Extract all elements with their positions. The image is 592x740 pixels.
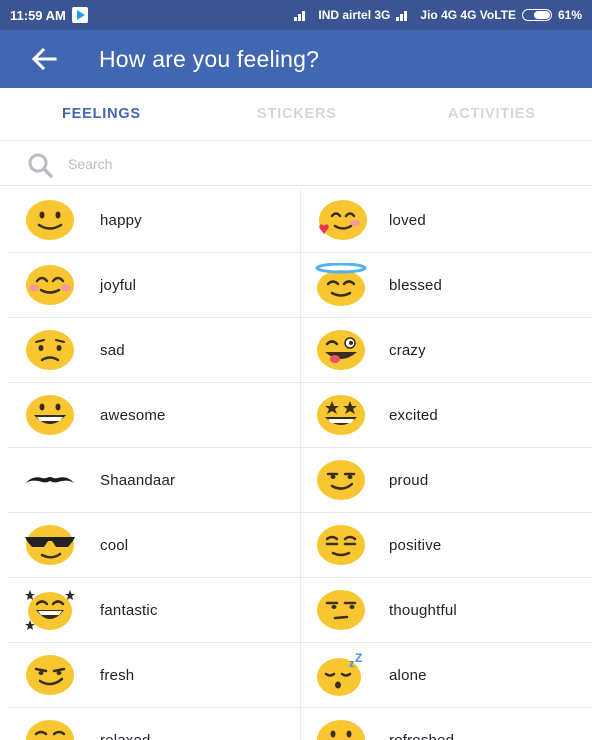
- feeling-label: fantastic: [100, 601, 158, 619]
- crazy-face-icon: [317, 330, 365, 370]
- refreshed-face-icon: [317, 720, 365, 740]
- page-title: How are you feeling?: [99, 45, 320, 72]
- feeling-item-thoughtful[interactable]: thoughtful: [301, 578, 592, 642]
- network-right: Jio 4G 4G VoLTE: [420, 8, 516, 22]
- feeling-label: loved: [389, 211, 426, 229]
- feeling-item-joyful[interactable]: joyful: [8, 253, 301, 317]
- feeling-label: crazy: [389, 341, 426, 359]
- feeling-label: joyful: [100, 276, 137, 294]
- feeling-label: cool: [100, 536, 129, 554]
- feelings-row: fantastic thoughtful: [8, 578, 592, 643]
- feeling-item-fantastic[interactable]: fantastic: [8, 578, 301, 642]
- feelings-row: fresh z Z alone: [8, 643, 592, 708]
- feeling-label: fresh: [100, 666, 135, 684]
- mustache-icon: [26, 477, 74, 483]
- feeling-item-sad[interactable]: sad: [8, 318, 301, 382]
- svg-text:Z: Z: [355, 653, 362, 665]
- status-time: 11:59 AM: [10, 7, 66, 23]
- feeling-label: blessed: [389, 276, 443, 294]
- feeling-item-loved[interactable]: loved: [301, 188, 592, 252]
- feelings-row: relaxed refreshed: [8, 708, 592, 740]
- feeling-item-excited[interactable]: excited: [301, 383, 592, 447]
- happy-face-icon: [26, 200, 74, 240]
- feeling-item-shaandaar[interactable]: Shaandaar: [8, 448, 301, 512]
- positive-face-icon: [317, 525, 365, 565]
- network-left: IND airtel 3G: [318, 8, 391, 22]
- feeling-label: Shaandaar: [100, 471, 176, 489]
- feelings-row: joyful blessed: [8, 253, 592, 318]
- feeling-item-relaxed[interactable]: relaxed: [8, 708, 301, 740]
- tab-stickers[interactable]: STICKERS: [257, 106, 337, 122]
- search-icon: [28, 153, 53, 178]
- cool-face-icon: [25, 525, 75, 565]
- feeling-label: refreshed: [389, 731, 455, 740]
- feeling-label: awesome: [100, 406, 166, 424]
- battery-level: 61%: [557, 8, 582, 22]
- feelings-row: sad crazy: [8, 318, 592, 383]
- feelings-row: cool positive: [8, 513, 592, 578]
- sad-face-icon: [26, 330, 74, 370]
- signal-icon: [294, 11, 306, 21]
- alone-face-icon: z Z: [317, 653, 362, 696]
- tab-bar: FEELINGS STICKERS ACTIVITIES: [0, 88, 592, 140]
- feeling-item-blessed[interactable]: blessed: [301, 253, 592, 317]
- feeling-label: relaxed: [100, 731, 151, 740]
- feeling-item-refreshed[interactable]: refreshed: [301, 708, 592, 740]
- feeling-item-crazy[interactable]: crazy: [301, 318, 592, 382]
- feeling-label: alone: [389, 666, 427, 684]
- back-arrow-icon[interactable]: [24, 30, 64, 88]
- relaxed-face-icon: [26, 720, 74, 740]
- status-bar: 11:59 AM IND airtel 3G Jio 4G 4G VoLTE 6…: [0, 0, 592, 30]
- app-bar: How are you feeling?: [0, 30, 592, 88]
- excited-face-icon: [317, 395, 365, 435]
- battery-icon: [521, 9, 552, 21]
- fantastic-face-icon: [25, 590, 75, 630]
- feeling-item-cool[interactable]: cool: [8, 513, 301, 577]
- play-store-icon: [71, 7, 88, 23]
- feeling-label: excited: [389, 406, 438, 424]
- feeling-item-awesome[interactable]: awesome: [8, 383, 301, 447]
- proud-face-icon: [317, 460, 365, 500]
- feelings-row: happy loved: [8, 188, 592, 253]
- joyful-face-icon: [26, 265, 74, 305]
- fresh-face-icon: [26, 655, 74, 695]
- tab-activities[interactable]: ACTIVITIES: [448, 106, 536, 122]
- feeling-label: thoughtful: [389, 601, 457, 619]
- feeling-label: happy: [100, 211, 142, 229]
- tab-feelings[interactable]: FEELINGS: [62, 106, 141, 122]
- feeling-item-fresh[interactable]: fresh: [8, 643, 301, 707]
- feeling-label: proud: [389, 471, 429, 489]
- feeling-item-alone[interactable]: z Z alone: [301, 643, 592, 707]
- thoughtful-face-icon: [317, 590, 365, 630]
- signal-icon: [396, 11, 408, 21]
- feeling-item-happy[interactable]: happy: [8, 188, 301, 252]
- feeling-label: sad: [100, 341, 125, 359]
- feelings-grid: happy loved joyful blessed sad crazy awe…: [8, 188, 592, 740]
- feeling-item-proud[interactable]: proud: [301, 448, 592, 512]
- feelings-row: Shaandaar proud: [8, 448, 592, 513]
- search-bar: [0, 140, 592, 186]
- blessed-face-icon: [315, 263, 367, 306]
- feelings-row: awesome excited: [8, 383, 592, 448]
- awesome-face-icon: [26, 395, 74, 435]
- feeling-item-positive[interactable]: positive: [301, 513, 592, 577]
- feeling-label: positive: [389, 536, 442, 554]
- loved-face-icon: [319, 200, 367, 240]
- search-input[interactable]: [68, 153, 548, 175]
